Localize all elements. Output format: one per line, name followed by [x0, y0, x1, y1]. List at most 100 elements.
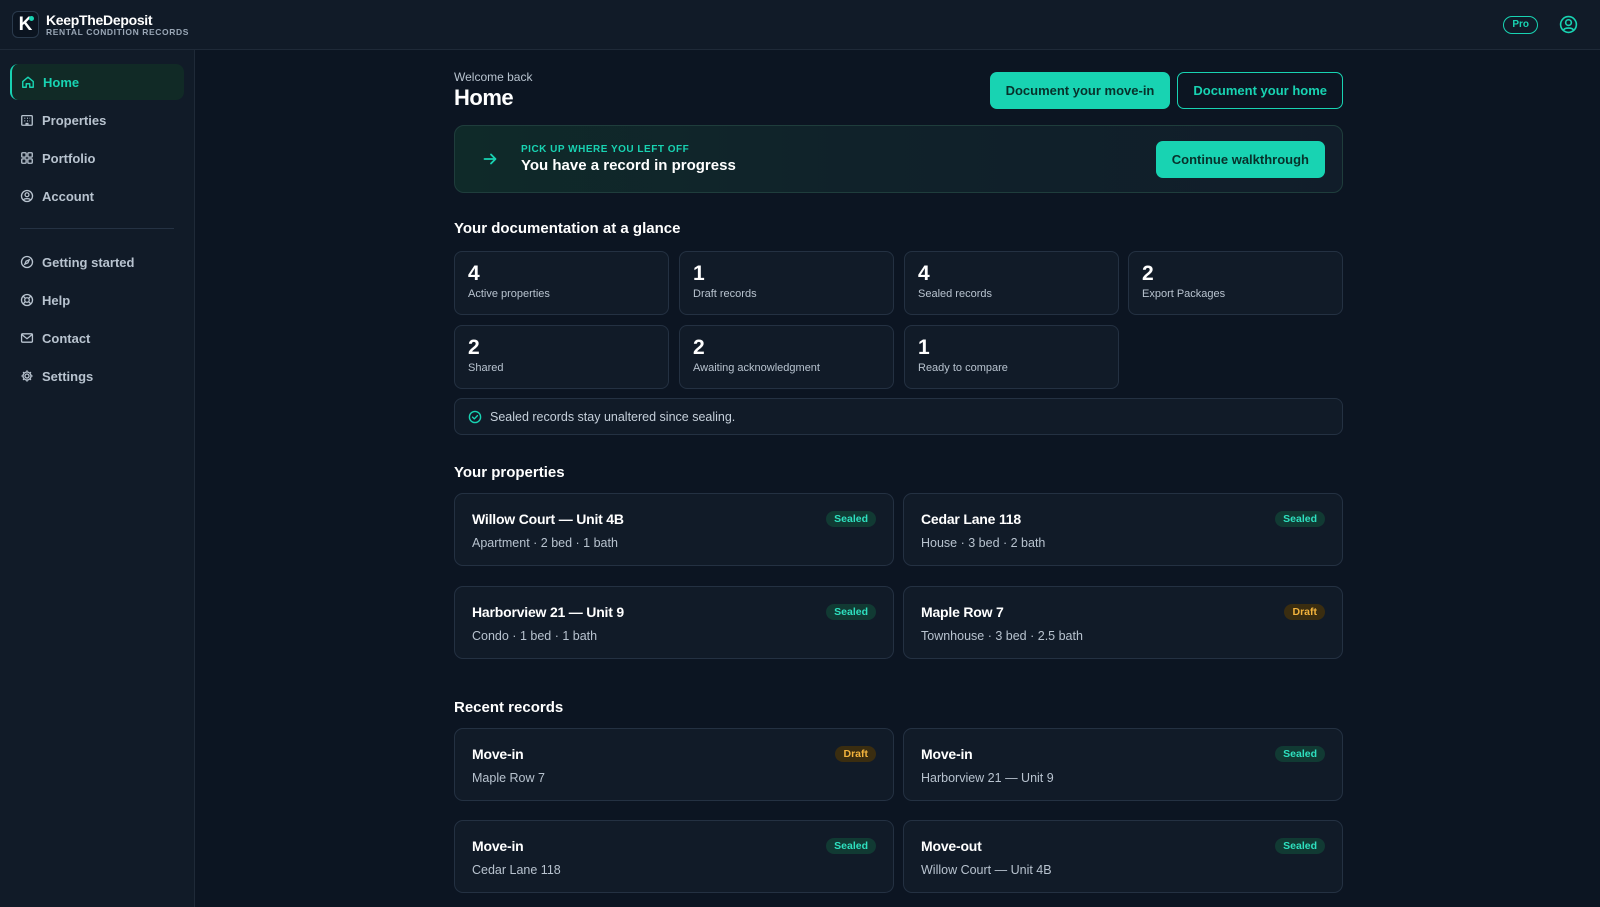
- stat-value: 4: [468, 262, 480, 285]
- record-card[interactable]: Move-in Harborview 21 — Unit 9 Sealed: [903, 728, 1343, 801]
- gear-icon: [20, 369, 34, 383]
- stat-card[interactable]: 2 Shared: [454, 325, 669, 389]
- property-details: House · 3 bed · 2 bath: [921, 536, 1046, 550]
- property-card[interactable]: Willow Court — Unit 4B Apartment · 2 bed…: [454, 493, 894, 566]
- sidebar-item-label: Account: [42, 188, 94, 204]
- lifebuoy-icon: [20, 293, 34, 307]
- property-name: Maple Row 7: [921, 604, 1004, 620]
- stat-card[interactable]: 4 Sealed records: [904, 251, 1119, 315]
- resume-eyebrow: PICK UP WHERE YOU LEFT OFF: [521, 144, 690, 155]
- record-property: Maple Row 7: [472, 771, 545, 785]
- mail-icon: [20, 331, 34, 345]
- user-circle-icon: [20, 189, 34, 203]
- properties-title: Your properties: [454, 464, 565, 481]
- check-circle-icon: [468, 410, 482, 424]
- brand-name: KeepTheDeposit: [46, 11, 153, 28]
- stat-label: Awaiting acknowledgment: [693, 362, 820, 374]
- property-details: Apartment · 2 bed · 1 bath: [472, 536, 618, 550]
- stat-card[interactable]: 1 Ready to compare: [904, 325, 1119, 389]
- status-badge: Sealed: [826, 838, 876, 854]
- stat-label: Export Packages: [1142, 288, 1226, 300]
- sidebar-item-settings[interactable]: Settings: [10, 358, 184, 394]
- sidebar-item-label: Home: [43, 74, 80, 90]
- record-card[interactable]: Move-in Maple Row 7 Draft: [454, 728, 894, 801]
- record-type: Move-in: [472, 838, 524, 854]
- sidebar-divider: [20, 228, 174, 229]
- document-home-button[interactable]: Document your home: [1177, 72, 1343, 109]
- sidebar-item-account[interactable]: Account: [10, 178, 184, 214]
- building-icon: [20, 113, 34, 127]
- brand[interactable]: K KeepTheDeposit RENTAL CONDITION RECORD…: [12, 11, 189, 38]
- property-name: Cedar Lane 118: [921, 511, 1021, 527]
- status-badge: Sealed: [826, 511, 876, 527]
- stat-value: 2: [1142, 262, 1154, 285]
- property-details: Townhouse · 3 bed · 2.5 bath: [921, 629, 1083, 643]
- plan-badge[interactable]: Pro: [1503, 15, 1538, 34]
- grid-icon: [20, 151, 34, 165]
- continue-walkthrough-button[interactable]: Continue walkthrough: [1155, 141, 1325, 178]
- property-card[interactable]: Cedar Lane 118 House · 3 bed · 2 bath Se…: [903, 493, 1343, 566]
- sidebar-item-home[interactable]: Home: [10, 64, 184, 100]
- resume-banner: PICK UP WHERE YOU LEFT OFF You have a re…: [454, 125, 1343, 193]
- stat-label: Ready to compare: [918, 362, 1008, 374]
- logo: K: [12, 11, 39, 38]
- home-icon: [21, 75, 35, 89]
- status-badge: Draft: [1284, 604, 1325, 620]
- record-type: Move-in: [921, 746, 973, 762]
- record-type: Move-in: [472, 746, 524, 762]
- compass-icon: [20, 255, 34, 269]
- record-property: Harborview 21 — Unit 9: [921, 771, 1054, 785]
- resume-title: You have a record in progress: [521, 157, 736, 174]
- records-title: Recent records: [454, 699, 564, 716]
- status-badge: Sealed: [826, 604, 876, 620]
- sidebar-item-label: Contact: [42, 330, 91, 346]
- stat-label: Active properties: [468, 288, 550, 300]
- document-move-in-button[interactable]: Document your move-in: [989, 72, 1171, 109]
- glance-title: Your documentation at a glance: [454, 220, 681, 237]
- sidebar-item-portfolio[interactable]: Portfolio: [10, 140, 184, 176]
- stat-value: 2: [468, 336, 480, 359]
- record-card[interactable]: Move-in Cedar Lane 118 Sealed: [454, 820, 894, 893]
- property-name: Willow Court — Unit 4B: [472, 511, 624, 527]
- sidebar-item-properties[interactable]: Properties: [10, 102, 184, 138]
- sealed-notice: Sealed records stay unaltered since seal…: [454, 398, 1343, 435]
- sidebar: Home Properties Portfolio Account Gettin…: [0, 50, 195, 907]
- stat-value: 2: [693, 336, 705, 359]
- sidebar-item-label: Help: [42, 292, 71, 308]
- record-card[interactable]: Move-out Willow Court — Unit 4B Sealed: [903, 820, 1343, 893]
- stat-value: 4: [918, 262, 930, 285]
- stat-card[interactable]: 4 Active properties: [454, 251, 669, 315]
- status-badge: Draft: [835, 746, 876, 762]
- property-card[interactable]: Harborview 21 — Unit 9 Condo · 1 bed · 1…: [454, 586, 894, 659]
- record-property: Willow Court — Unit 4B: [921, 863, 1052, 877]
- stat-label: Shared: [468, 362, 504, 374]
- sidebar-item-label: Settings: [42, 368, 94, 384]
- status-badge: Sealed: [1275, 511, 1325, 527]
- stat-label: Draft records: [693, 288, 757, 300]
- top-bar: K KeepTheDeposit RENTAL CONDITION RECORD…: [0, 0, 1600, 50]
- stat-value: 1: [693, 262, 705, 285]
- stat-card[interactable]: 2 Awaiting acknowledgment: [679, 325, 894, 389]
- sidebar-item-help[interactable]: Help: [10, 282, 184, 318]
- property-name: Harborview 21 — Unit 9: [472, 604, 624, 620]
- notice-text: Sealed records stay unaltered since seal…: [490, 409, 736, 424]
- sidebar-item-label: Properties: [42, 112, 107, 128]
- record-type: Move-out: [921, 838, 982, 854]
- logo-dot: [29, 16, 34, 21]
- brand-tagline: RENTAL CONDITION RECORDS: [46, 26, 190, 37]
- stat-label: Sealed records: [918, 288, 992, 300]
- stat-card[interactable]: 1 Draft records: [679, 251, 894, 315]
- status-badge: Sealed: [1275, 838, 1325, 854]
- property-card[interactable]: Maple Row 7 Townhouse · 3 bed · 2.5 bath…: [903, 586, 1343, 659]
- sidebar-item-contact[interactable]: Contact: [10, 320, 184, 356]
- sidebar-item-getting-started[interactable]: Getting started: [10, 244, 184, 280]
- record-property: Cedar Lane 118: [472, 863, 561, 877]
- property-details: Condo · 1 bed · 1 bath: [472, 629, 598, 643]
- stat-card[interactable]: 2 Export Packages: [1128, 251, 1343, 315]
- welcome-text: Welcome back: [454, 70, 533, 84]
- sidebar-item-label: Getting started: [42, 254, 135, 270]
- page-title: Home: [454, 85, 514, 110]
- user-circle-icon[interactable]: [1558, 15, 1578, 35]
- arrow-right-icon: [475, 144, 505, 174]
- status-badge: Sealed: [1275, 746, 1325, 762]
